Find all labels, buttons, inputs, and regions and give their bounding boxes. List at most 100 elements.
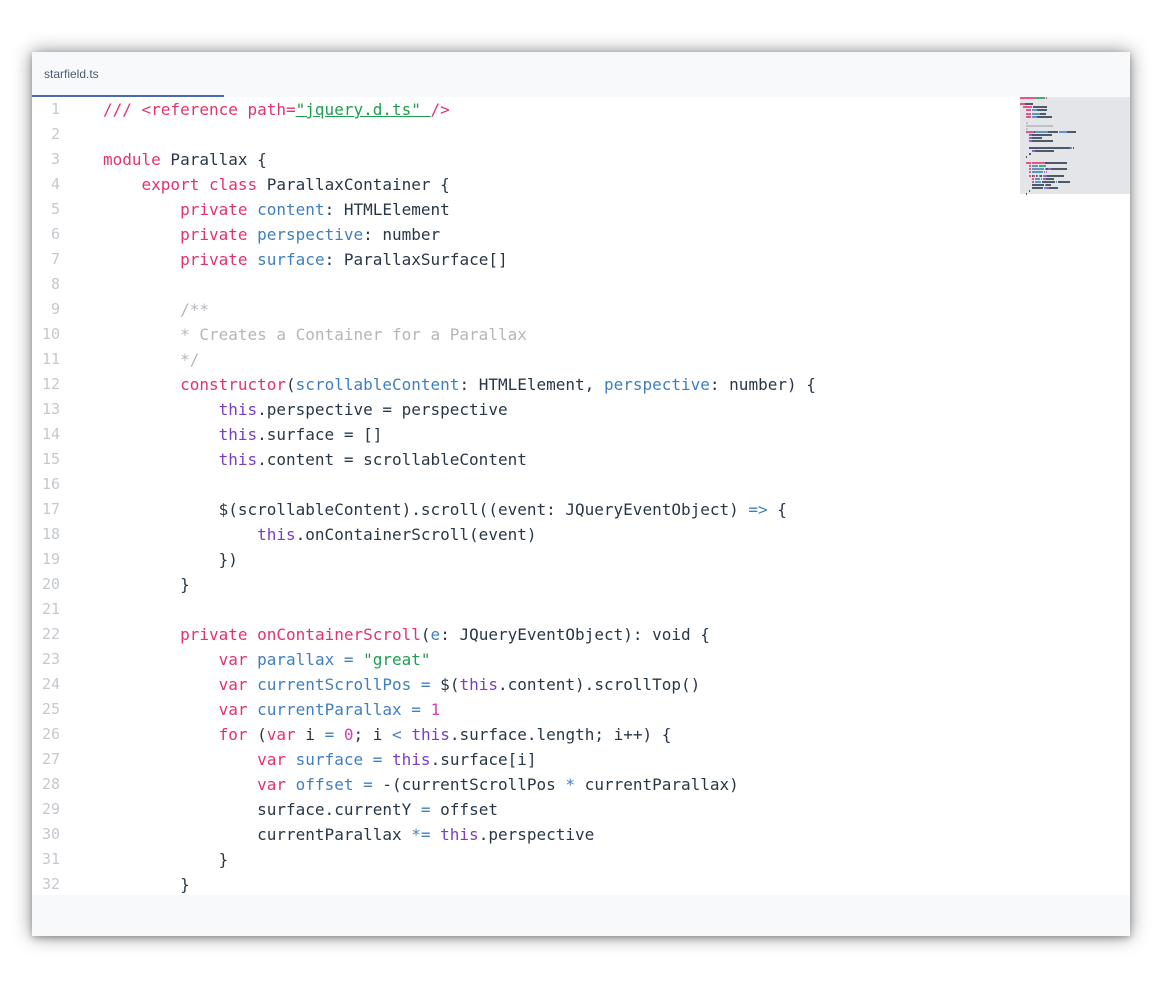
- code-token: />: [430, 100, 450, 119]
- code-line[interactable]: /// <reference path="jquery.d.ts" />: [103, 97, 1013, 122]
- code-token: .content).scrollTop(): [497, 675, 701, 694]
- line-number: 1: [50, 100, 60, 118]
- code-line[interactable]: }: [103, 872, 1013, 897]
- code-line[interactable]: var currentScrollPos = $(this.content).s…: [103, 672, 1013, 697]
- line-number: 6: [50, 225, 60, 243]
- code-token: /**: [103, 300, 209, 319]
- code-token: parallax: [257, 650, 335, 669]
- code-line[interactable]: private surface: ParallaxSurface[]: [103, 247, 1013, 272]
- code-token: $(: [430, 675, 460, 694]
- code-token: .perspective = perspective: [257, 400, 508, 419]
- code-line[interactable]: this.surface = []: [103, 422, 1013, 447]
- code-token: */: [103, 350, 200, 369]
- minimap-token: [1067, 131, 1076, 134]
- code-token: class: [208, 175, 258, 194]
- code-token: =>: [748, 500, 768, 519]
- minimap-token: [1047, 131, 1059, 134]
- code-line[interactable]: }: [103, 572, 1013, 597]
- code-token: perspective: [257, 225, 364, 244]
- code-line[interactable]: this.content = scrollableContent: [103, 447, 1013, 472]
- minimap-token: [1046, 162, 1068, 165]
- minimap-token: [1028, 106, 1032, 109]
- minimap-token: [1020, 103, 1025, 106]
- tab-bar: starfield.ts: [32, 52, 1130, 97]
- code-line[interactable]: }): [103, 547, 1013, 572]
- line-number: 13: [41, 400, 60, 418]
- code-editor[interactable]: 1 2 3 4 5 6 7 8 9 10 11 12 13 14 15 16 17 18 19 20 21 22 23 24 2…: [32, 97, 1130, 895]
- line-number: 28: [41, 775, 60, 793]
- code-line[interactable]: [103, 597, 1013, 622]
- code-token: private: [180, 200, 248, 219]
- code-token: this: [411, 725, 450, 744]
- code-token: : HTMLElement,: [459, 375, 604, 394]
- code-line[interactable]: var surface = this.surface[i]: [103, 747, 1013, 772]
- minimap-token: [1035, 149, 1054, 152]
- code-line[interactable]: surface.currentY = offset: [103, 797, 1013, 822]
- code-token: var: [218, 675, 248, 694]
- code-line[interactable]: for (var i = 0; i < this.surface.length;…: [103, 722, 1013, 747]
- code-line[interactable]: /**: [103, 297, 1013, 322]
- code-line[interactable]: constructor(scrollableContent: HTMLEleme…: [103, 372, 1013, 397]
- minimap-token: [1037, 115, 1052, 118]
- code-line[interactable]: * Creates a Container for a Parallax: [103, 322, 1013, 347]
- tab-starfield-ts[interactable]: starfield.ts: [32, 52, 224, 97]
- code-line[interactable]: this.onContainerScroll(event): [103, 522, 1013, 547]
- minimap-token: [1029, 152, 1031, 155]
- code-token: (: [247, 725, 267, 744]
- code-line[interactable]: this.perspective = perspective: [103, 397, 1013, 422]
- code-token: var: [257, 775, 287, 794]
- code-token: private: [180, 250, 248, 269]
- code-line[interactable]: var currentParallax = 1: [103, 697, 1013, 722]
- code-token: }: [103, 575, 190, 594]
- code-line[interactable]: currentParallax *= this.perspective: [103, 822, 1013, 847]
- minimap-token: [1026, 121, 1029, 124]
- code-line[interactable]: private onContainerScroll(e: JQueryEvent…: [103, 622, 1013, 647]
- code-area[interactable]: /// <reference path="jquery.d.ts" /> mod…: [103, 97, 1013, 897]
- editor-window: starfield.ts 1 2 3 4 5 6 7 8 9 10 11 12 13 14 15 16 17 18…: [32, 52, 1130, 936]
- code-line[interactable]: $(scrollableContent).scroll((event: JQue…: [103, 497, 1013, 522]
- code-token: : JQueryEventObject): void {: [440, 625, 710, 644]
- minimap-token: [1026, 124, 1053, 127]
- code-line[interactable]: private perspective: number: [103, 222, 1013, 247]
- code-line[interactable]: var parallax = "great": [103, 647, 1013, 672]
- code-token: var: [257, 750, 287, 769]
- code-token: currentParallax: [103, 825, 412, 844]
- code-line[interactable]: module Parallax {: [103, 147, 1013, 172]
- minimap-token: [1032, 140, 1053, 143]
- code-token: : number) {: [709, 375, 816, 394]
- minimap-token: [1029, 146, 1070, 149]
- code-token: this: [392, 750, 431, 769]
- line-number: 2: [50, 125, 60, 143]
- code-token: offset: [295, 775, 354, 794]
- minimap-token: [1032, 106, 1047, 109]
- code-line[interactable]: [103, 472, 1013, 497]
- line-number: 30: [41, 825, 60, 843]
- code-line[interactable]: var offset = -(currentScrollPos * curren…: [103, 772, 1013, 797]
- line-number: 20: [41, 575, 60, 593]
- code-line[interactable]: }: [103, 847, 1013, 872]
- code-token: =: [420, 800, 431, 819]
- code-line[interactable]: [103, 272, 1013, 297]
- line-number: 32: [41, 875, 60, 893]
- minimap[interactable]: [1020, 97, 1130, 267]
- code-token: =: [372, 750, 383, 769]
- minimap-token: [1026, 109, 1032, 112]
- code-token: ; i: [353, 725, 393, 744]
- code-token: .surface[i]: [430, 750, 537, 769]
- code-line[interactable]: [103, 122, 1013, 147]
- code-token: =: [324, 725, 335, 744]
- code-token: (: [420, 625, 431, 644]
- code-line[interactable]: export class ParallaxContainer {: [103, 172, 1013, 197]
- code-token: "great": [363, 650, 431, 669]
- code-token: currentParallax: [257, 700, 402, 719]
- code-token: this: [257, 525, 296, 544]
- code-token: perspective: [603, 375, 710, 394]
- code-line[interactable]: */: [103, 347, 1013, 372]
- minimap-token: [1023, 106, 1028, 109]
- code-line[interactable]: private content: HTMLElement: [103, 197, 1013, 222]
- line-number: 10: [41, 325, 60, 343]
